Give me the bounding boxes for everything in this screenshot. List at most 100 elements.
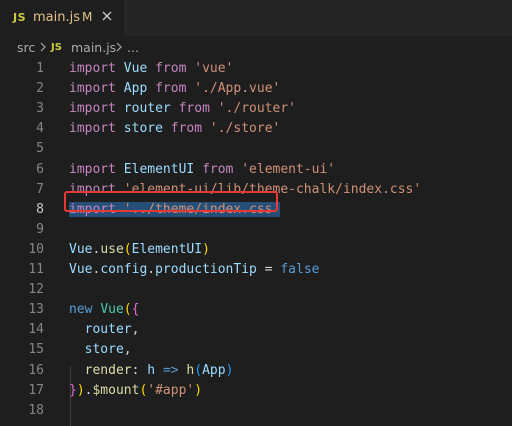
code-token: h: [147, 362, 156, 378]
close-icon[interactable]: [99, 8, 115, 24]
code-token: './router': [217, 101, 297, 117]
line-number: 11: [28, 262, 44, 277]
code-token: Vue: [69, 262, 93, 277]
code-token: './store': [209, 121, 281, 137]
code-text: new Vue({: [69, 300, 139, 320]
line-number: 18: [28, 402, 44, 418]
line-number: 5: [36, 141, 44, 157]
tab-filename: main.js: [33, 10, 80, 25]
code-token: App: [123, 81, 148, 97]
code-token: render: [84, 362, 132, 378]
code-token: (: [123, 241, 132, 257]
line-number: 12: [28, 282, 44, 298]
code-token: router: [84, 322, 132, 338]
code-text: import router from './router': [69, 99, 296, 119]
chevron-right-icon: [40, 42, 46, 52]
breadcrumb-file[interactable]: main.js: [71, 40, 116, 55]
javascript-file-icon: JS: [13, 11, 27, 24]
tab-main-js[interactable]: JS main.js M: [0, 0, 124, 36]
breadcrumb-symbols[interactable]: ...: [127, 40, 139, 55]
code-token: ): [194, 382, 203, 398]
line-number: 3: [36, 101, 44, 117]
code-token: }: [69, 382, 77, 398]
code-text: Vue.use(ElementUI): [69, 240, 210, 260]
code-token: import: [69, 121, 116, 137]
code-token: ElementUI: [123, 161, 195, 177]
code-line[interactable]: 12: [0, 280, 512, 300]
breadcrumb-folder[interactable]: src: [17, 40, 35, 55]
code-line[interactable]: 16 render: h => h(App): [0, 361, 512, 381]
code-line[interactable]: 2 import App from './App.vue': [0, 79, 512, 99]
code-text: router,: [69, 320, 140, 340]
code-token: Vue: [69, 241, 93, 257]
code-token: router: [123, 101, 171, 117]
code-text: }).$mount('#app'): [69, 381, 202, 401]
line-number: 9: [36, 221, 44, 237]
code-token: ): [202, 241, 210, 257]
code-line[interactable]: 9: [0, 220, 512, 240]
code-token: store: [84, 342, 124, 358]
code-token: from: [178, 101, 210, 117]
code-token: use: [100, 241, 124, 257]
code-line[interactable]: 15 store,: [0, 340, 512, 360]
javascript-file-icon: JS: [51, 42, 62, 53]
code-token: from: [202, 161, 234, 177]
code-token: import: [69, 61, 116, 76]
code-text: import store from './store': [69, 119, 280, 139]
line-number: 13: [28, 302, 44, 318]
code-token: {: [131, 302, 140, 318]
line-number: 6: [36, 161, 44, 177]
line-number: 7: [36, 181, 44, 197]
code-token: './App.vue': [194, 81, 281, 97]
line-number: 17: [28, 382, 44, 398]
line-number: 2: [36, 81, 44, 97]
code-token: 'element-ui': [241, 161, 336, 177]
code-token: '#app': [147, 382, 195, 398]
code-token: $mount: [92, 382, 140, 398]
code-line[interactable]: 11 Vue.config.productionTip = false: [0, 260, 512, 280]
chevron-right-icon: [116, 42, 122, 52]
code-token: new: [69, 302, 93, 318]
code-token: (: [194, 362, 203, 378]
code-line[interactable]: 14 router,: [0, 320, 512, 340]
code-line[interactable]: 4 import store from './store': [0, 119, 512, 139]
line-number: 4: [36, 121, 44, 137]
code-token: :: [131, 362, 148, 378]
code-text: import App from './App.vue': [69, 79, 280, 99]
code-line[interactable]: 1 import Vue from 'vue': [0, 59, 512, 79]
code-line[interactable]: 6 import ElementUI from 'element-ui': [0, 160, 512, 180]
code-line[interactable]: 17 }).$mount('#app'): [0, 381, 512, 401]
code-line[interactable]: 13 new Vue({: [0, 300, 512, 320]
code-editor[interactable]: 1 import Vue from 'vue' 2 import App from '…: [0, 58, 512, 426]
line-number: 10: [28, 241, 44, 257]
code-token: store: [123, 121, 163, 137]
line-number: 15: [28, 342, 44, 358]
code-token: .: [147, 262, 156, 277]
code-token: from: [155, 81, 187, 97]
code-token: (: [123, 302, 132, 318]
code-line[interactable]: 5: [0, 139, 512, 159]
code-line[interactable]: 18: [0, 401, 512, 421]
code-token: from: [155, 61, 187, 76]
code-token: =: [256, 262, 281, 277]
code-token: App: [202, 362, 226, 378]
modified-badge: M: [82, 10, 93, 24]
code-token: =>: [162, 362, 179, 378]
code-line[interactable]: 10 Vue.use(ElementUI): [0, 240, 512, 260]
code-token: import: [69, 161, 116, 177]
code-line[interactable]: 3 import router from './router': [0, 99, 512, 119]
code-token: ): [225, 362, 234, 378]
code-text: Vue.config.productionTip = false: [69, 260, 319, 280]
code-text: store,: [69, 340, 132, 360]
